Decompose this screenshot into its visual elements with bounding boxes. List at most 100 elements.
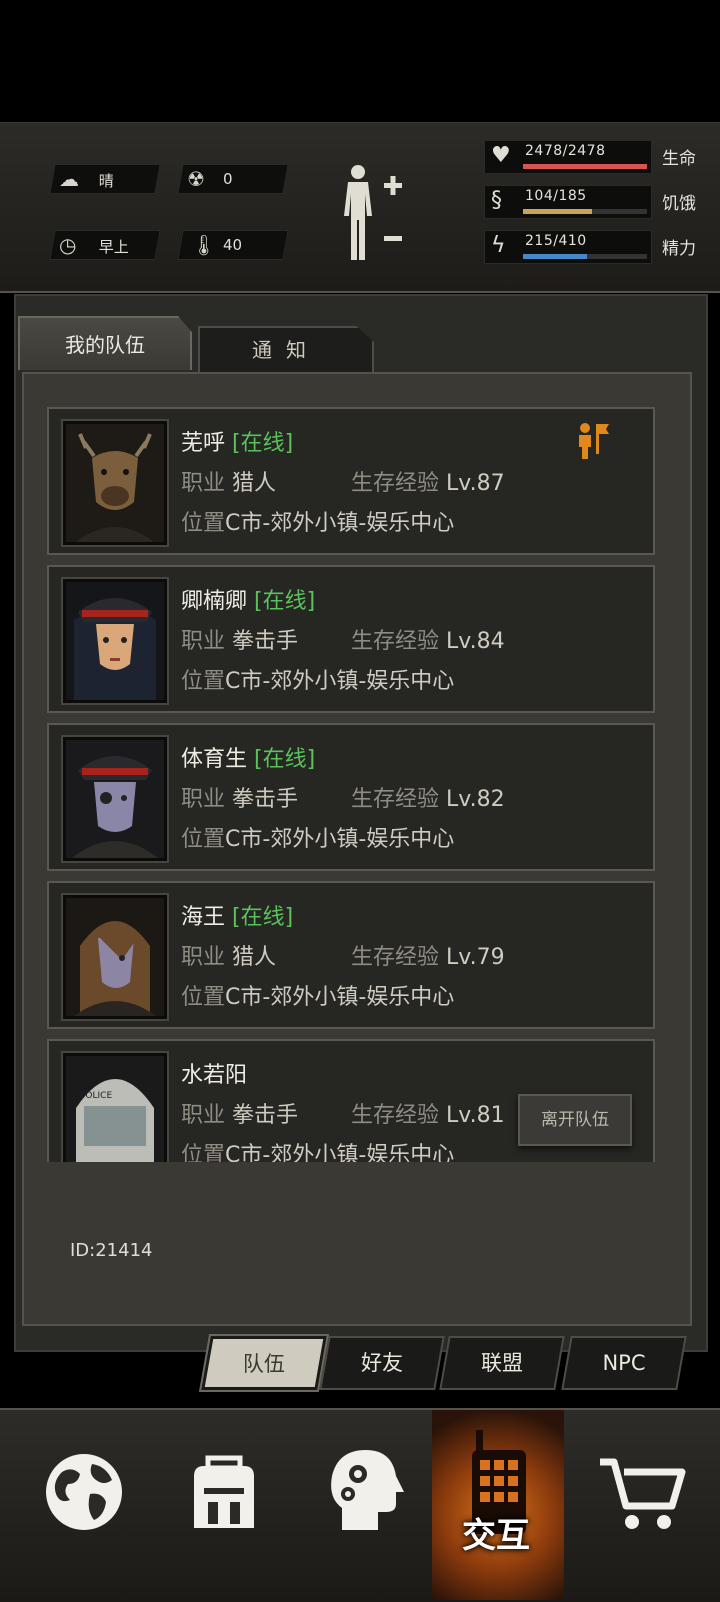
exp-label: 生存经验 [351, 787, 440, 812]
energy-bar: ϟ 215/410 [484, 230, 652, 264]
member-level: Lv.82 [446, 787, 505, 812]
nav-backpack-button[interactable] [160, 1410, 292, 1600]
tab-notice[interactable]: 通知 [198, 326, 374, 372]
time-text: 早上 [98, 238, 129, 256]
member-job: 拳击手 [232, 1103, 299, 1128]
member-avatar [63, 421, 167, 545]
player-id: ID:21414 [70, 1240, 153, 1261]
job-label: 职业 [181, 471, 226, 496]
tab-my-team[interactable]: 我的队伍 [18, 316, 192, 370]
hunger-bar: § 104/185 [484, 185, 652, 219]
location-label: 位置 [181, 669, 226, 694]
subtab-friends-label: 好友 [361, 1351, 403, 1375]
member-card[interactable]: 卿楠卿 [在线] 职业 拳击手 生存经验 Lv.84 位置C市-郊外小镇-娱乐中… [47, 565, 655, 713]
energy-fill [523, 254, 588, 259]
member-card[interactable]: 芜呼 [在线] 职业 猎人 生存经验 Lv.87 位置C市-郊外小镇-娱乐中心 [47, 407, 655, 555]
online-status: [在线] [232, 905, 294, 930]
job-label: 职业 [181, 787, 226, 812]
energy-label: 精力 [662, 239, 696, 259]
online-status: [在线] [254, 747, 316, 772]
energy-value: 215/410 [525, 233, 587, 249]
nav-skills-button[interactable] [298, 1410, 430, 1600]
nav-world-button[interactable] [20, 1410, 152, 1600]
location-label: 位置 [181, 827, 226, 852]
member-location-line: 位置C市-郊外小镇-娱乐中心 [181, 979, 454, 1011]
member-job-line: 职业 拳击手 [181, 1097, 298, 1129]
member-avatar [63, 895, 167, 1019]
weather-text: 晴 [98, 172, 114, 190]
hunger-value: 104/185 [525, 188, 587, 204]
subtab-npc[interactable]: NPC [561, 1336, 687, 1390]
exp-label: 生存经验 [351, 471, 440, 496]
cart-icon [600, 1458, 686, 1529]
member-job-line: 职业 猎人 [181, 939, 276, 971]
job-label: 职业 [181, 1103, 226, 1128]
member-name: 卿楠卿 [181, 589, 248, 614]
member-avatar [63, 579, 167, 703]
leave-team-button[interactable]: 离开队伍 [518, 1094, 632, 1146]
energy-bolt-icon: ϟ [491, 233, 506, 258]
member-exp-line: 生存经验 Lv.87 [351, 465, 505, 497]
clock-icon: ◷ [59, 233, 77, 257]
member-exp-line: 生存经验 Lv.84 [351, 623, 505, 655]
radiation-icon: ☢ [187, 167, 205, 191]
nav-shop-button[interactable] [578, 1410, 710, 1600]
online-status: [在线] [232, 431, 294, 456]
member-level: Lv.81 [446, 1103, 505, 1128]
subtab-alliance-label: 联盟 [481, 1351, 523, 1375]
health-label: 生命 [662, 149, 696, 169]
location-label: 位置 [181, 511, 226, 536]
member-level: Lv.79 [446, 945, 505, 970]
member-card[interactable]: 体育生 [在线] 职业 拳击手 生存经验 Lv.82 位置C市-郊外小镇-娱乐中… [47, 723, 655, 871]
weather-indicator: ☁ 晴 [49, 164, 161, 194]
radiation-indicator: ☢ 0 [177, 164, 289, 194]
hunger-fill [523, 209, 593, 214]
thermometer-icon: 🌡 [191, 233, 217, 257]
member-name: 水若阳 [181, 1063, 248, 1088]
subtab-alliance[interactable]: 联盟 [439, 1336, 565, 1390]
online-status: [在线] [254, 589, 316, 614]
nav-interact-label: 交互 [462, 1516, 530, 1556]
member-job-line: 职业 猎人 [181, 465, 276, 497]
health-fill [523, 164, 647, 169]
brain-gear-icon [331, 1450, 404, 1530]
member-name: 海王 [181, 905, 226, 930]
member-exp-line: 生存经验 Lv.81 [351, 1097, 505, 1129]
job-label: 职业 [181, 945, 226, 970]
member-exp-line: 生存经验 Lv.82 [351, 781, 505, 813]
body-status-button[interactable] [340, 160, 410, 270]
radiation-value: 0 [223, 170, 233, 188]
member-exp-line: 生存经验 Lv.79 [351, 939, 505, 971]
member-location: C市-郊外小镇-娱乐中心 [225, 511, 455, 536]
exp-label: 生存经验 [351, 1103, 440, 1128]
subtab-friends[interactable]: 好友 [319, 1336, 445, 1390]
member-name-line: 卿楠卿 [在线] [181, 583, 315, 615]
subtab-team[interactable]: 队伍 [201, 1336, 327, 1390]
member-job: 拳击手 [232, 787, 299, 812]
member-job: 猎人 [232, 471, 277, 496]
health-bar: ♥ 2478/2478 [484, 140, 652, 174]
member-avatar [63, 737, 167, 861]
temperature-value: 40 [223, 236, 243, 254]
member-name-line: 海王 [在线] [181, 899, 293, 931]
health-value: 2478/2478 [525, 143, 606, 159]
heart-pulse-icon: ♥ [491, 143, 511, 168]
member-location: C市-郊外小镇-娱乐中心 [225, 669, 455, 694]
exp-label: 生存经验 [351, 945, 440, 970]
job-label: 职业 [181, 629, 226, 654]
stomach-icon: § [491, 188, 502, 213]
body-icon [344, 165, 402, 260]
team-leader-flag-icon [576, 420, 610, 460]
member-level: Lv.87 [446, 471, 505, 496]
svg-text:POLICE: POLICE [80, 1091, 112, 1101]
member-location: C市-郊外小镇-娱乐中心 [225, 985, 455, 1010]
member-location: C市-郊外小镇-娱乐中心 [225, 827, 455, 852]
backpack-icon [194, 1455, 254, 1528]
member-job: 猎人 [232, 945, 277, 970]
exp-label: 生存经验 [351, 629, 440, 654]
member-card[interactable]: 海王 [在线] 职业 猎人 生存经验 Lv.79 位置C市-郊外小镇-娱乐中心 [47, 881, 655, 1029]
member-name: 体育生 [181, 747, 248, 772]
member-avatar: POLICE [63, 1053, 167, 1177]
nav-interact-button[interactable] [432, 1410, 564, 1600]
member-job: 拳击手 [232, 629, 299, 654]
